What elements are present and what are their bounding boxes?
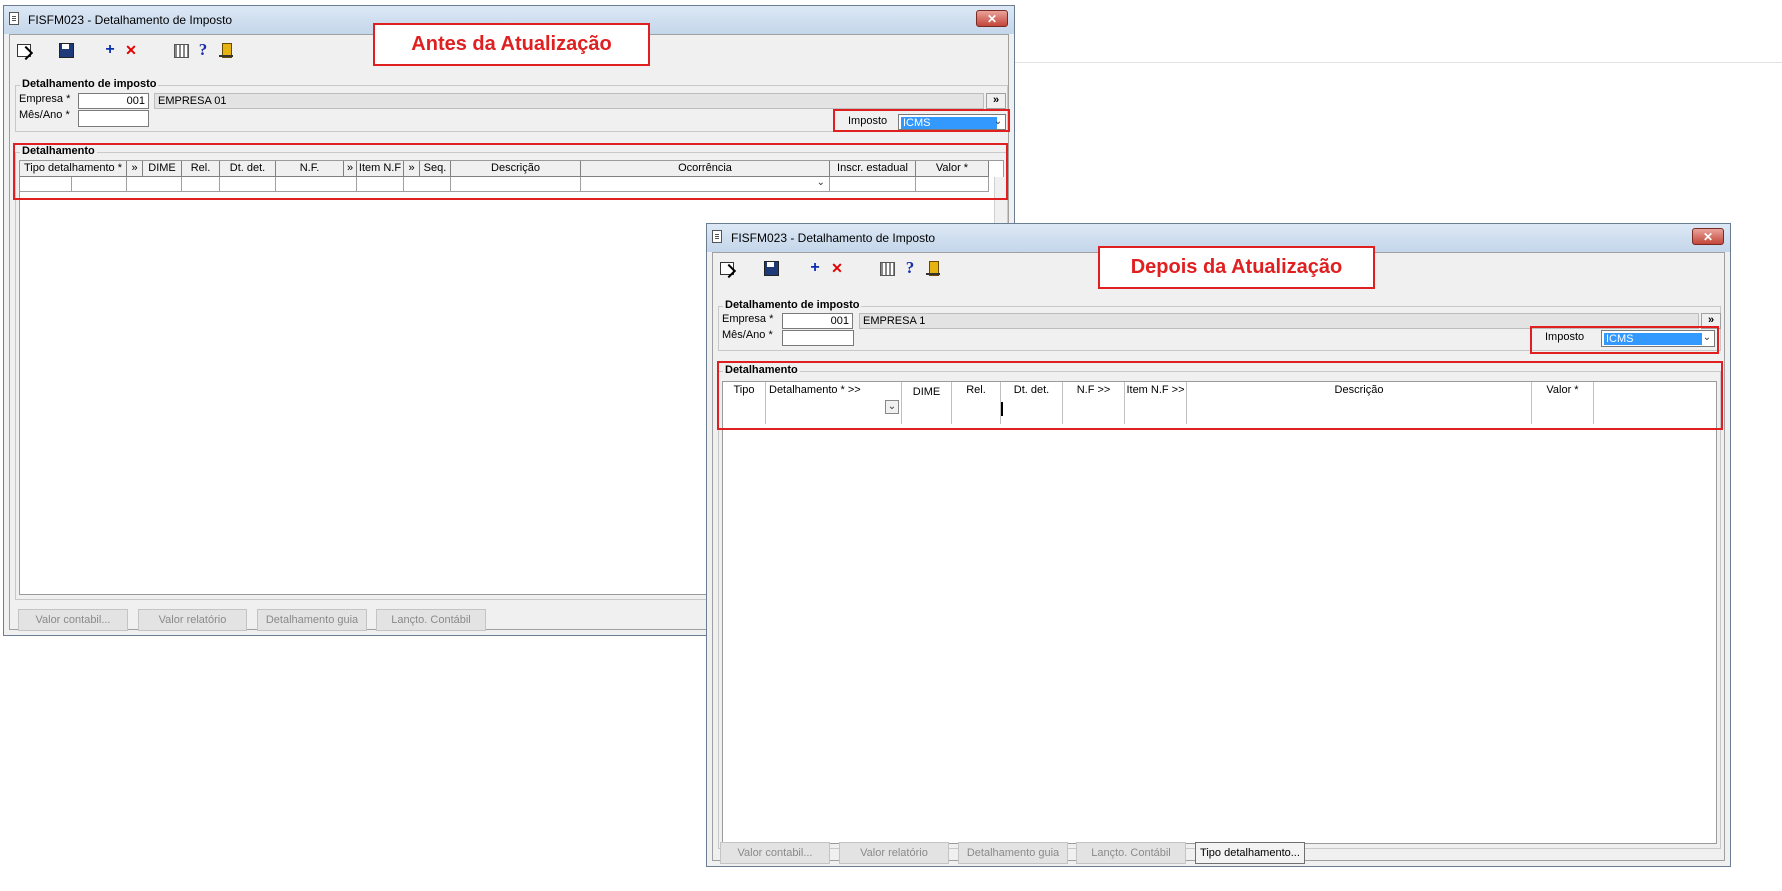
close-button[interactable]: ✕ xyxy=(1692,228,1724,245)
add-icon[interactable]: + xyxy=(807,260,823,276)
group-legend: Detalhamento de imposto xyxy=(20,78,159,90)
empresa-name-field: EMPRESA 01 xyxy=(154,93,984,109)
after-detalhamento-group: Detalhamento Tipo Detalhamento * >> ⌄ DIME R… xyxy=(718,364,1721,849)
delete-icon[interactable]: ✕ xyxy=(123,42,139,58)
help-icon[interactable]: ? xyxy=(902,259,918,276)
door-icon[interactable] xyxy=(218,42,234,58)
mes-ano-input[interactable] xyxy=(782,330,854,346)
mes-ano-input[interactable] xyxy=(78,110,149,127)
mes-label: Mês/Ano * xyxy=(722,329,773,341)
after-detail-grid: Tipo Detalhamento * >> ⌄ DIME Rel. Dt. det. N.… xyxy=(722,381,1717,844)
empresa-code-input[interactable]: 001 xyxy=(782,313,853,329)
window-title: FISFM023 - Detalhamento de Imposto xyxy=(731,231,936,245)
empresa-label: Empresa * xyxy=(19,93,71,105)
document-icon xyxy=(712,230,722,243)
action-button[interactable]: Valor contabil... xyxy=(18,609,128,631)
empresa-code-input[interactable]: 001 xyxy=(78,93,149,109)
mes-label: Mês/Ano * xyxy=(19,109,70,121)
exit-icon[interactable] xyxy=(718,260,734,276)
background-rule xyxy=(1015,62,1782,63)
after-imposto-highlight xyxy=(1530,326,1719,354)
action-button[interactable]: Detalhamento guia xyxy=(958,842,1068,864)
action-button[interactable]: Tipo detalhamento... xyxy=(1195,842,1305,864)
calculator-icon[interactable] xyxy=(173,42,189,58)
action-button[interactable]: Valor relatório xyxy=(138,609,247,631)
after-client-area: + ✕ ? Detalhamento de imposto Empresa * … xyxy=(712,252,1725,864)
close-button[interactable]: ✕ xyxy=(976,10,1008,27)
save-icon[interactable] xyxy=(763,260,779,276)
delete-icon[interactable]: ✕ xyxy=(829,260,845,276)
calculator-icon[interactable] xyxy=(879,260,895,276)
empresa-more-button[interactable]: » xyxy=(986,93,1006,109)
action-button[interactable]: Detalhamento guia xyxy=(257,609,367,631)
add-icon[interactable]: + xyxy=(102,42,118,58)
after-window: FISFM023 - Detalhamento de Imposto ✕ + ✕… xyxy=(706,223,1731,867)
action-button[interactable]: Valor relatório xyxy=(839,842,949,864)
action-button[interactable]: Lançto. Contábil xyxy=(1076,842,1186,864)
door-icon[interactable] xyxy=(925,260,941,276)
document-icon xyxy=(9,12,19,25)
exit-icon[interactable] xyxy=(15,42,31,58)
action-button[interactable]: Lançto. Contábil xyxy=(376,609,486,631)
before-annotation: Antes da Atualização xyxy=(373,23,650,66)
save-icon[interactable] xyxy=(58,42,74,58)
before-imposto-highlight xyxy=(833,109,1010,132)
after-annotation: Depois da Atualização xyxy=(1098,246,1375,289)
help-icon[interactable]: ? xyxy=(195,41,211,58)
window-title: FISFM023 - Detalhamento de Imposto xyxy=(28,13,233,27)
empresa-label: Empresa * xyxy=(722,313,774,325)
group-legend: Detalhamento de imposto xyxy=(723,299,862,311)
action-button[interactable]: Valor contabil... xyxy=(720,842,830,864)
after-grid-highlight xyxy=(717,361,1723,430)
before-grid-highlight xyxy=(13,143,1008,200)
